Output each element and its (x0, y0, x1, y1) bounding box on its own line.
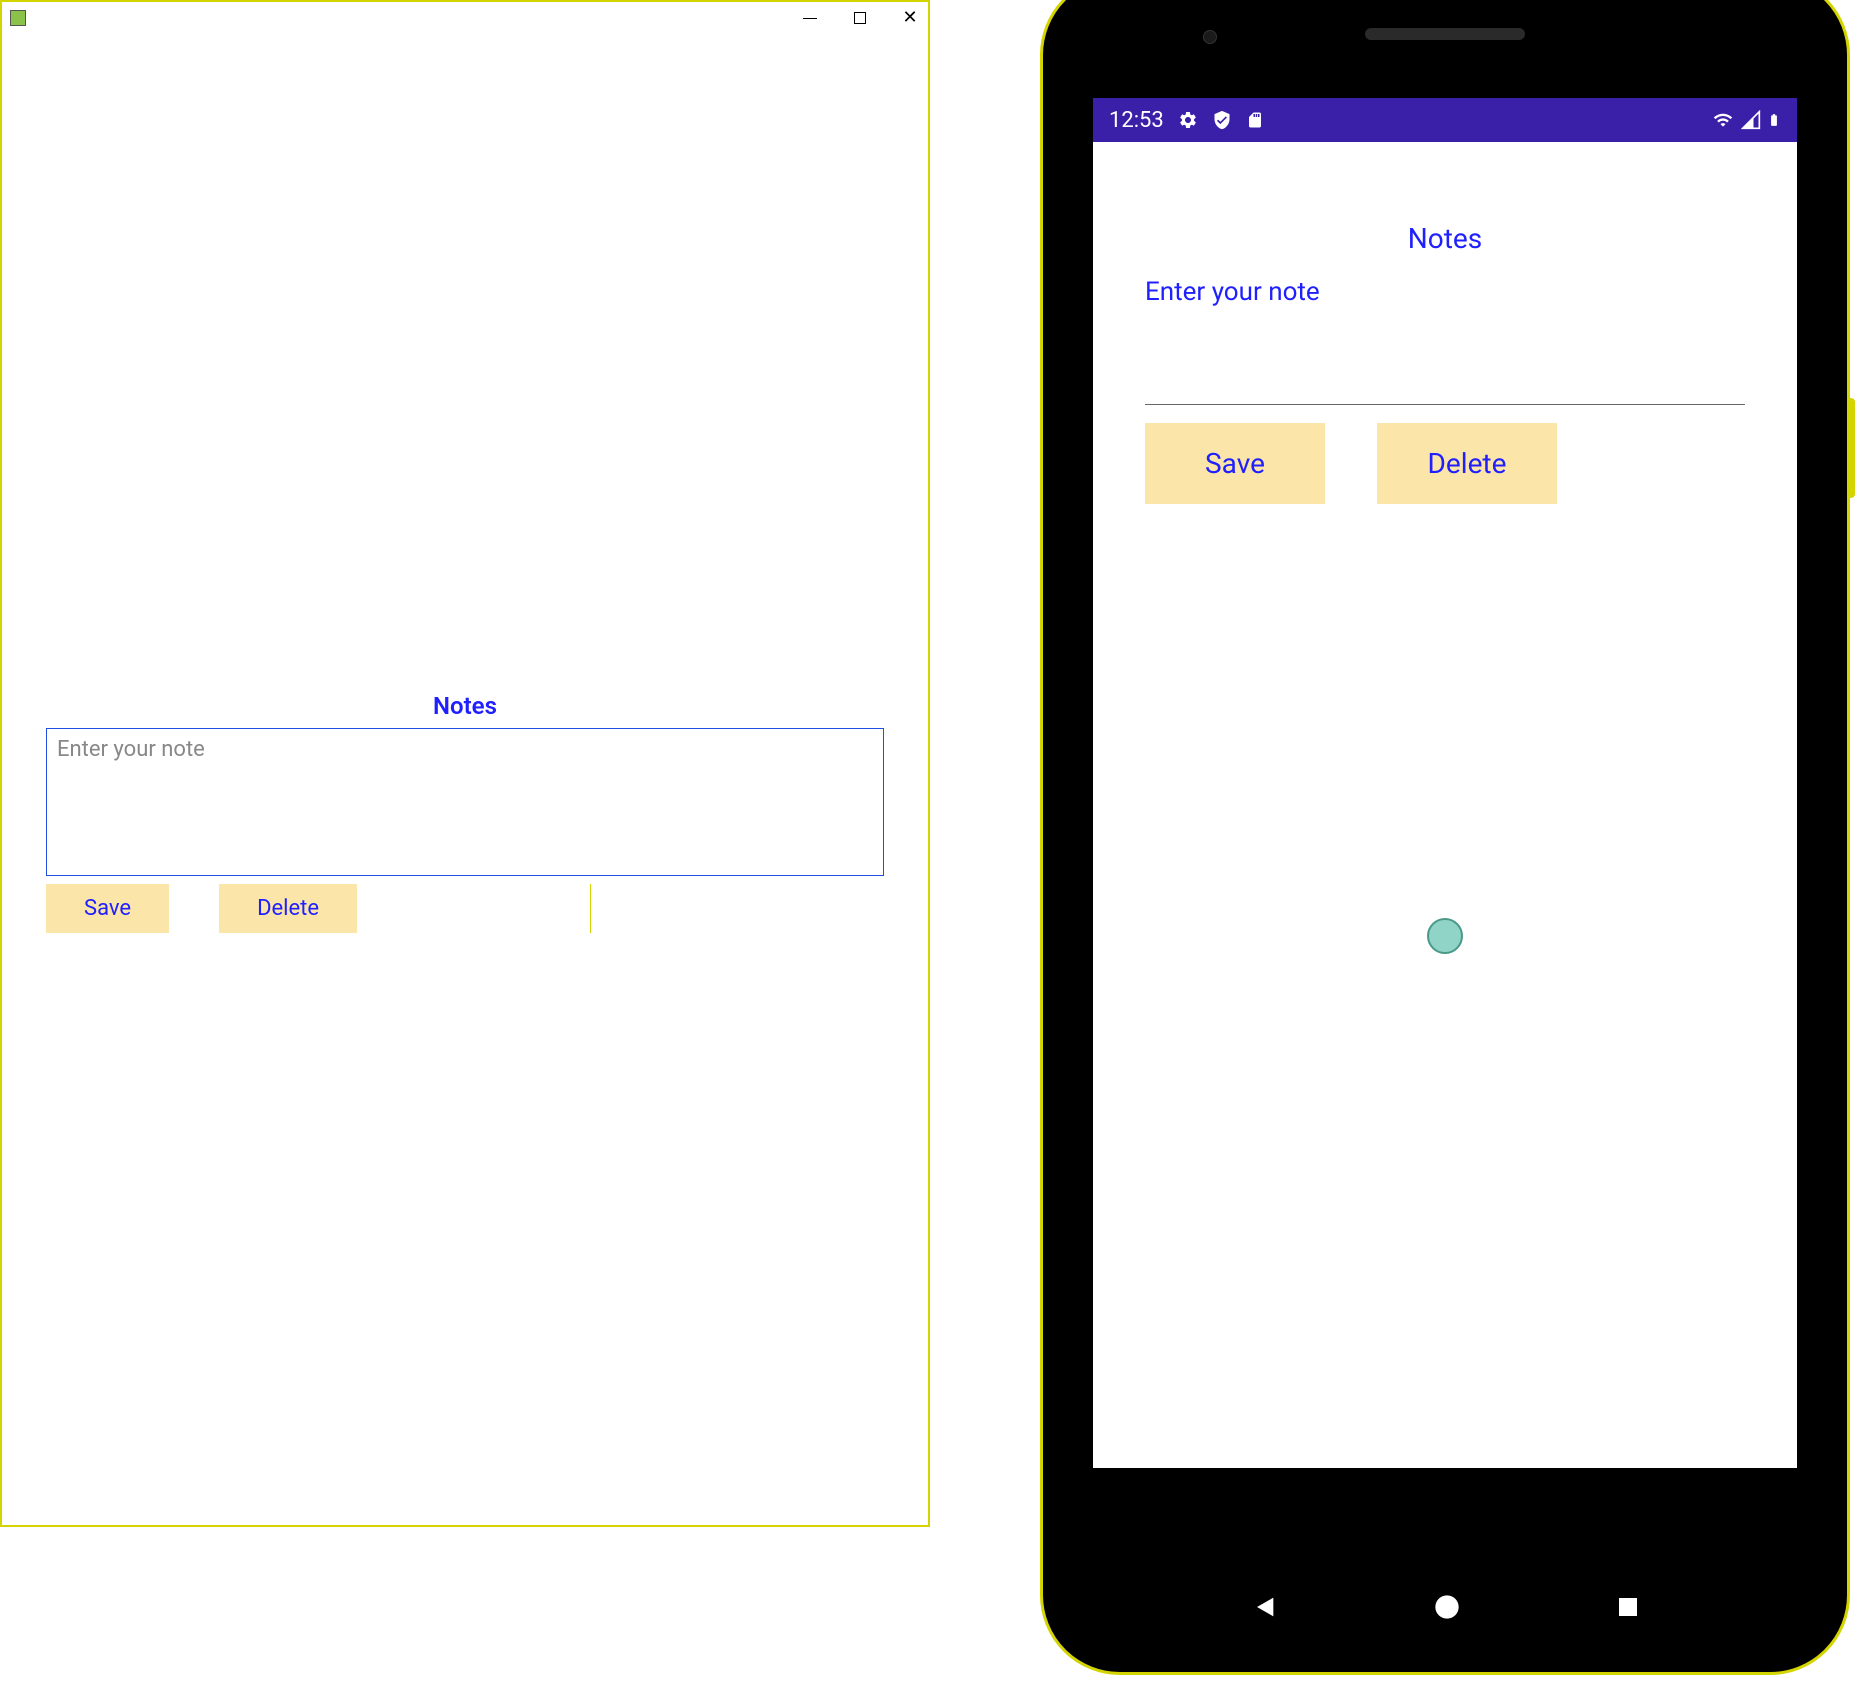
gear-icon (1178, 110, 1198, 130)
page-title: Notes (46, 692, 884, 720)
delete-button[interactable]: Delete (1377, 423, 1557, 504)
signal-icon (1741, 110, 1761, 130)
touch-indicator-icon (1427, 918, 1463, 954)
android-navigation-bar (1093, 1562, 1797, 1652)
shield-icon (1212, 110, 1232, 130)
desktop-window: ✕ Notes Save Delete (0, 0, 930, 1527)
back-button[interactable] (1250, 1593, 1278, 1621)
phone-camera (1203, 30, 1217, 44)
phone-screen: 12:53 (1093, 98, 1797, 1468)
recent-apps-button[interactable] (1616, 1595, 1640, 1619)
note-input[interactable]: Enter your note (1145, 275, 1745, 405)
input-placeholder: Enter your note (1145, 275, 1745, 309)
phone-device: 12:53 (1040, 0, 1850, 1675)
minimize-button[interactable] (800, 8, 820, 28)
close-button[interactable]: ✕ (900, 8, 920, 28)
statusbar-time: 12:53 (1109, 108, 1164, 133)
save-button[interactable]: Save (46, 884, 169, 933)
app-icon (10, 10, 26, 26)
wifi-icon (1711, 110, 1735, 130)
page-title: Notes (1145, 222, 1745, 255)
phone-power-button (1847, 398, 1855, 498)
window-titlebar[interactable]: ✕ (2, 2, 928, 34)
save-button[interactable]: Save (1145, 423, 1325, 504)
battery-icon (1767, 109, 1781, 131)
android-statusbar: 12:53 (1093, 98, 1797, 142)
phone-speaker (1365, 28, 1525, 40)
sd-card-icon (1246, 110, 1264, 130)
delete-button[interactable]: Delete (219, 884, 357, 933)
note-input[interactable] (46, 728, 884, 876)
maximize-button[interactable] (850, 8, 870, 28)
home-button[interactable] (1433, 1593, 1461, 1621)
